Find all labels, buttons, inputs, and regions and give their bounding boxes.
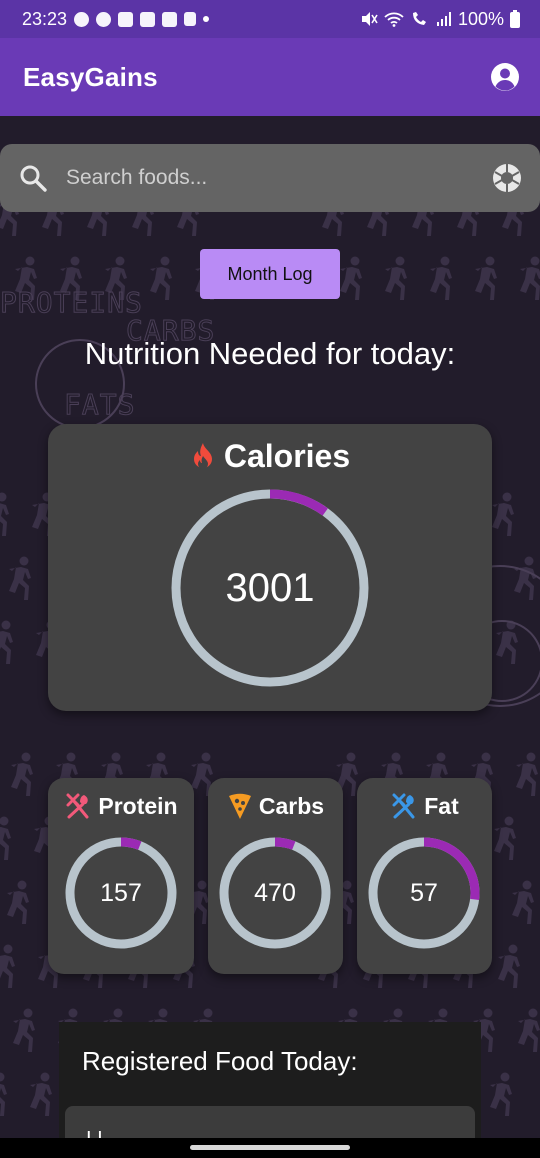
search-icon xyxy=(20,165,47,192)
fat-title: Fat xyxy=(357,790,492,822)
utensils-icon xyxy=(66,793,89,819)
mail-app-icon xyxy=(96,11,112,27)
carbs-value: 470 xyxy=(254,878,296,907)
protein-value: 157 xyxy=(100,878,142,907)
carbs-ring: 470 xyxy=(218,836,332,950)
lock-icon xyxy=(184,12,197,26)
flame-icon xyxy=(193,443,212,469)
fats-decor-text: FATS xyxy=(63,388,136,422)
carbs-title: Carbs xyxy=(208,790,343,822)
month-log-button[interactable]: Month Log xyxy=(200,249,340,299)
mute-icon xyxy=(361,12,378,26)
account-circle-icon[interactable] xyxy=(490,62,520,92)
pizza-icon xyxy=(228,793,251,819)
status-time: 23:23 xyxy=(22,8,68,29)
chat-icon xyxy=(74,11,90,27)
battery-icon xyxy=(510,10,520,28)
protein-ring: 157 xyxy=(64,836,178,950)
protein-label: Protein xyxy=(98,792,178,819)
signal-icon xyxy=(436,12,451,26)
status-bar: 23:23 100% xyxy=(0,0,540,38)
app-title: EasyGains xyxy=(23,61,158,92)
outlook-icon xyxy=(162,11,178,27)
protein-title: Protein xyxy=(48,790,194,822)
fat-ring: 57 xyxy=(367,836,481,950)
app-bar: EasyGains xyxy=(0,38,540,116)
calories-title: Calories xyxy=(0,434,540,478)
wifi-icon xyxy=(384,12,404,27)
calories-label: Calories xyxy=(223,437,351,474)
status-left: 23:23 xyxy=(22,8,210,30)
calories-value: 3001 xyxy=(225,565,315,610)
utensils-icon xyxy=(392,793,415,819)
carbs-label: Carbs xyxy=(258,792,325,819)
search-bar xyxy=(0,144,540,212)
registered-food-title: Registered Food Today: xyxy=(82,1046,358,1076)
battery-percent: 100% xyxy=(457,8,504,29)
nutrition-heading: Nutrition Needed for today: xyxy=(84,336,456,371)
camera-icon[interactable] xyxy=(492,163,522,193)
fat-label: Fat xyxy=(424,792,459,819)
home-gesture-handle[interactable] xyxy=(190,1145,350,1150)
wifi-call-icon xyxy=(412,12,426,25)
more-notifications-icon xyxy=(203,16,210,22)
search-input[interactable] xyxy=(66,166,492,190)
image-icon xyxy=(140,11,156,27)
gmail-icon xyxy=(118,11,134,27)
fat-value: 57 xyxy=(410,878,438,907)
proteins-decor-text: PROTEINS xyxy=(0,286,143,320)
calories-ring: 3001 xyxy=(170,488,370,688)
status-right: 100% xyxy=(360,9,520,30)
